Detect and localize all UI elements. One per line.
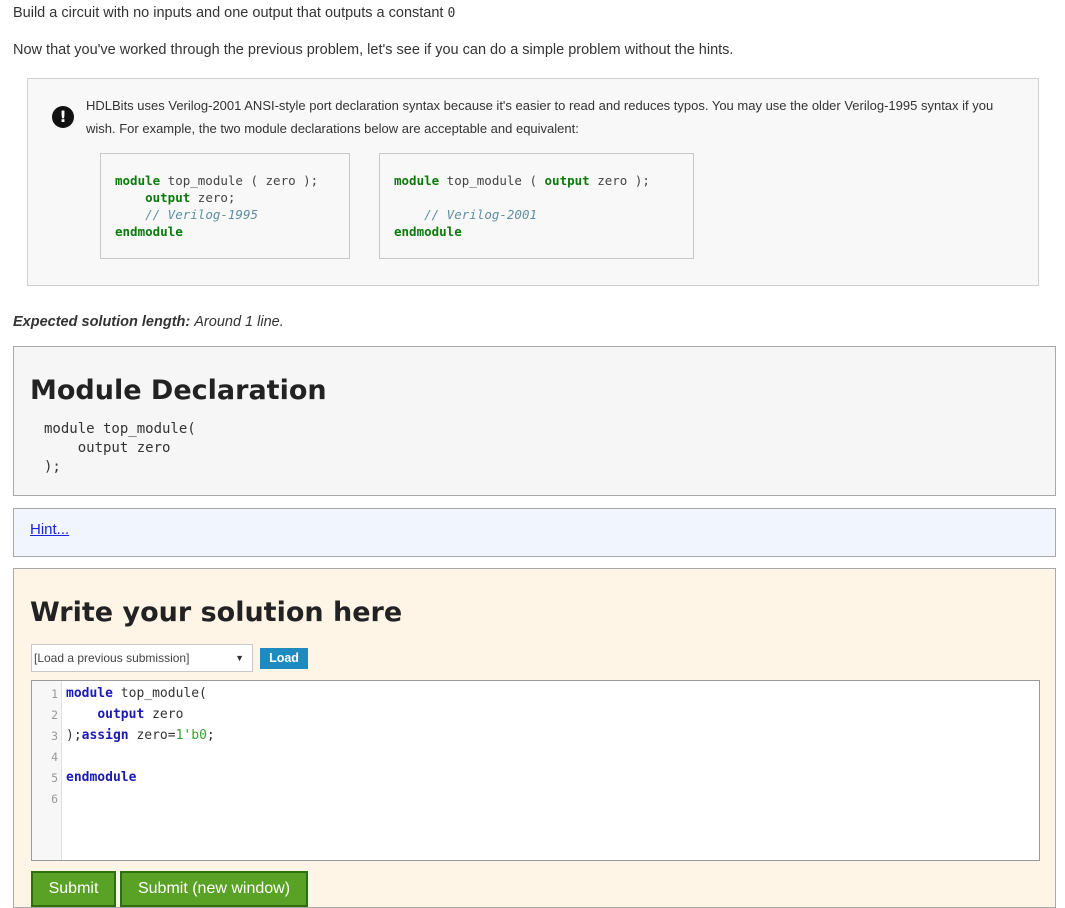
code-editor[interactable]: 1 2 3 4 5 6 module top_module( output ze… bbox=[31, 680, 1040, 861]
submit-new-window-button[interactable]: Submit (new window) bbox=[120, 871, 308, 907]
chevron-down-icon: ▼ bbox=[235, 653, 244, 663]
hint-panel: Hint... bbox=[13, 508, 1056, 557]
syntax-note-text: HDLBits uses Verilog-2001 ANSI-style por… bbox=[86, 98, 994, 136]
problem-subtext: Now that you've worked through the previ… bbox=[13, 42, 734, 58]
module-declaration-panel: Module Declaration module top_module( ou… bbox=[13, 346, 1056, 496]
line-number-gutter: 1 2 3 4 5 6 bbox=[32, 681, 62, 860]
code-line: module top_module( bbox=[66, 686, 207, 701]
code-line: endmodule bbox=[66, 770, 137, 785]
expected-length: Expected solution length: Around 1 line. bbox=[13, 314, 284, 330]
previous-submission-select[interactable]: [Load a previous submission] ▼ bbox=[31, 644, 253, 672]
line-number: 4 bbox=[51, 750, 58, 764]
line-number: 1 bbox=[51, 687, 58, 701]
syntax-note-box: ! HDLBits uses Verilog-2001 ANSI-style p… bbox=[27, 78, 1039, 286]
code-line: output zero bbox=[97, 707, 184, 722]
line-number: 3 bbox=[51, 729, 58, 743]
exclamation-icon: ! bbox=[52, 106, 74, 128]
submit-button[interactable]: Submit bbox=[31, 871, 116, 907]
verilog-1995-example: module top_module ( zero ); output zero;… bbox=[100, 153, 350, 259]
verilog-2001-example: module top_module ( output zero ); // Ve… bbox=[379, 153, 694, 259]
solution-panel: Write your solution here [Load a previou… bbox=[13, 568, 1056, 908]
line-number: 5 bbox=[51, 771, 58, 785]
module-declaration-code: module top_module( output zero ); bbox=[44, 421, 196, 475]
problem-statement: Build a circuit with no inputs and one o… bbox=[13, 5, 456, 21]
line-number: 2 bbox=[51, 708, 58, 722]
solution-title: Write your solution here bbox=[30, 597, 403, 628]
load-button[interactable]: Load bbox=[260, 648, 308, 669]
code-line: );assign zero=1'b0; bbox=[66, 728, 215, 743]
line-number: 6 bbox=[51, 792, 58, 806]
module-declaration-title: Module Declaration bbox=[30, 375, 327, 406]
constant-zero: 0 bbox=[447, 6, 456, 21]
hint-link[interactable]: Hint... bbox=[30, 521, 69, 538]
